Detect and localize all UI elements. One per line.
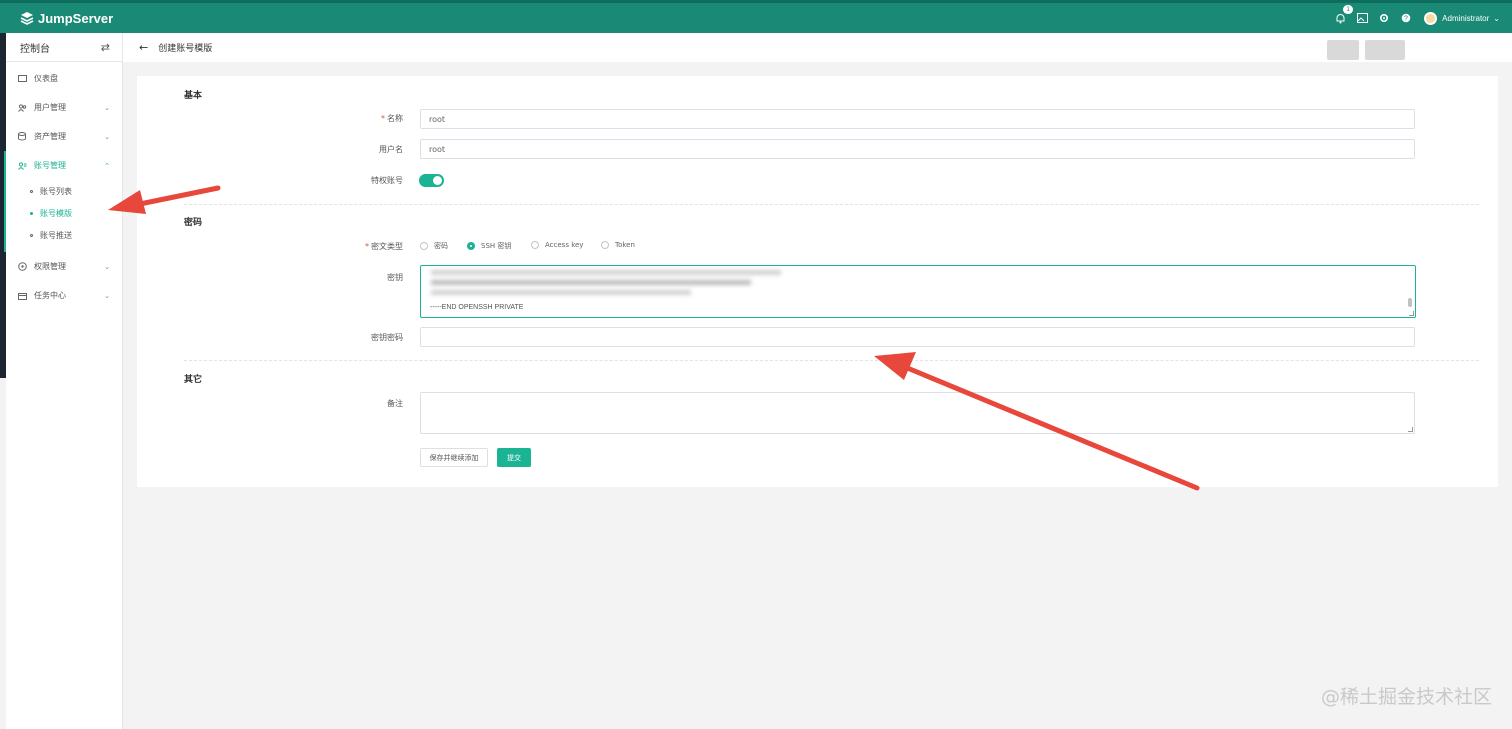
sidebar-title: 控制台 — [20, 43, 50, 55]
swap-icon[interactable]: ⇄ — [101, 41, 110, 54]
sidebar-subitem-label: 账号推送 — [40, 230, 72, 240]
image-icon[interactable] — [1356, 12, 1368, 24]
secret-type-label-text: 密文类型 — [371, 242, 403, 251]
section-divider — [184, 360, 1479, 361]
radio-circle-icon — [531, 241, 539, 249]
radio-circle-icon — [601, 241, 609, 249]
key-label: 密钥 — [387, 273, 403, 282]
bullet-icon — [30, 211, 33, 215]
name-label: * 名称 — [381, 114, 403, 123]
help-icon[interactable]: ? — [1400, 12, 1412, 24]
jumpserver-logo-icon — [20, 12, 34, 25]
privileged-label: 特权账号 — [371, 176, 403, 185]
sidebar-item-assets[interactable]: 资产管理 ⌄ — [6, 122, 122, 151]
sidebar-item-users[interactable]: 用户管理 ⌄ — [6, 93, 122, 122]
passphrase-label: 密钥密码 — [371, 333, 403, 342]
ssh-key-textarea[interactable]: -----END OPENSSH PRIVATE — [420, 265, 1416, 318]
permission-icon — [17, 262, 27, 272]
name-label-text: 名称 — [387, 114, 403, 123]
page-header: ← 创建账号模版 — [123, 33, 1512, 62]
page-title: 创建账号模版 — [158, 44, 213, 54]
bell-icon[interactable]: 1 — [1334, 5, 1354, 24]
radio-access-key[interactable]: Access key — [531, 241, 583, 249]
sidebar-subitem-label: 账号模版 — [40, 208, 72, 218]
account-menu-group: 账号管理 ⌃ 账号列表 账号模版 账号推送 — [4, 151, 122, 252]
section-divider — [184, 204, 1479, 205]
form-card: 基本 * 名称 root 用户名 root 特权账号 密码 * 密文类型 密码 SS… — [137, 76, 1498, 487]
users-icon — [17, 103, 27, 113]
bullet-icon — [30, 233, 33, 237]
watermark: @稀土掘金技术社区 — [1320, 686, 1492, 708]
passphrase-input[interactable] — [420, 327, 1415, 347]
radio-circle-icon — [420, 242, 428, 250]
chevron-down-icon: ⌄ — [104, 291, 110, 300]
avatar[interactable] — [1424, 11, 1438, 25]
resize-handle-icon[interactable] — [1408, 427, 1413, 432]
radio-label: Token — [615, 241, 635, 249]
resize-handle-icon[interactable] — [1409, 311, 1414, 316]
blurred-key-line — [431, 290, 691, 295]
save-continue-button[interactable]: 保存并继续添加 — [420, 448, 488, 467]
secret-type-label: * 密文类型 — [365, 242, 403, 251]
key-end-text: -----END OPENSSH PRIVATE — [430, 304, 524, 311]
accounts-icon — [17, 161, 27, 171]
radio-token[interactable]: Token — [601, 241, 635, 249]
section-title-secret: 密码 — [184, 218, 203, 228]
brand-logo[interactable]: JumpServer — [20, 11, 113, 26]
sidebar-subitem-account-list[interactable]: 账号列表 — [6, 180, 122, 202]
chevron-down-icon[interactable]: ⌄ — [1493, 14, 1500, 23]
sidebar: 控制台 ⇄ 仪表盘 用户管理 ⌄ 资产管理 ⌄ 账号管理 ⌃ 账号列表 账号模版 — [4, 33, 123, 729]
section-title-basic: 基本 — [184, 91, 203, 101]
scrollbar[interactable] — [1408, 298, 1412, 307]
name-input[interactable]: root — [420, 109, 1415, 129]
user-name[interactable]: Administrator — [1442, 14, 1489, 23]
ghost-button — [1365, 40, 1405, 60]
chevron-down-icon: ⌄ — [104, 262, 110, 271]
tasks-icon — [17, 291, 27, 301]
sidebar-item-permissions[interactable]: 权限管理 ⌄ — [6, 252, 122, 281]
assets-icon — [17, 132, 27, 142]
ghost-button — [1327, 40, 1359, 60]
blurred-key-line — [431, 280, 751, 285]
radio-checked-icon — [467, 242, 475, 250]
comment-textarea[interactable] — [420, 392, 1415, 434]
sidebar-item-tasks[interactable]: 任务中心 ⌄ — [6, 281, 122, 310]
radio-label: 密码 — [434, 242, 448, 250]
sidebar-item-label: 仪表盘 — [34, 74, 58, 83]
chevron-down-icon: ⌄ — [104, 103, 110, 112]
notification-badge: 1 — [1343, 5, 1354, 14]
sidebar-item-label: 资产管理 — [34, 132, 66, 141]
sidebar-item-label: 任务中心 — [34, 291, 66, 300]
dashboard-icon — [17, 74, 27, 84]
gear-icon[interactable] — [1378, 12, 1390, 24]
radio-label: SSH 密钥 — [481, 242, 512, 250]
radio-ssh-key[interactable]: SSH 密钥 — [467, 241, 511, 251]
sidebar-item-accounts[interactable]: 账号管理 ⌃ — [6, 151, 122, 180]
chevron-down-icon: ⌄ — [104, 132, 110, 141]
sidebar-subitem-account-template[interactable]: 账号模版 — [6, 202, 122, 224]
radio-password[interactable]: 密码 — [420, 241, 448, 251]
section-title-other: 其它 — [184, 375, 203, 385]
blurred-key-line — [431, 270, 781, 275]
privileged-toggle[interactable] — [419, 174, 444, 187]
username-label: 用户名 — [379, 145, 403, 154]
sidebar-item-label: 权限管理 — [34, 262, 66, 271]
back-arrow-icon[interactable]: ← — [139, 41, 148, 54]
brand-name: JumpServer — [38, 10, 114, 26]
sidebar-subitem-label: 账号列表 — [40, 186, 72, 196]
svg-text:?: ? — [1404, 16, 1408, 23]
sidebar-item-label: 用户管理 — [34, 103, 66, 112]
chevron-up-icon: ⌃ — [104, 161, 110, 170]
submit-button[interactable]: 提交 — [497, 448, 531, 467]
radio-label: Access key — [545, 241, 584, 249]
comment-label: 备注 — [387, 399, 403, 408]
sidebar-item-label: 账号管理 — [34, 161, 66, 170]
username-input[interactable]: root — [420, 139, 1415, 159]
top-bar: JumpServer 1 ? Administrator ⌄ — [0, 0, 1512, 33]
bullet-icon — [30, 189, 33, 193]
sidebar-item-dashboard[interactable]: 仪表盘 — [6, 64, 122, 93]
sidebar-subitem-account-push[interactable]: 账号推送 — [6, 224, 122, 246]
